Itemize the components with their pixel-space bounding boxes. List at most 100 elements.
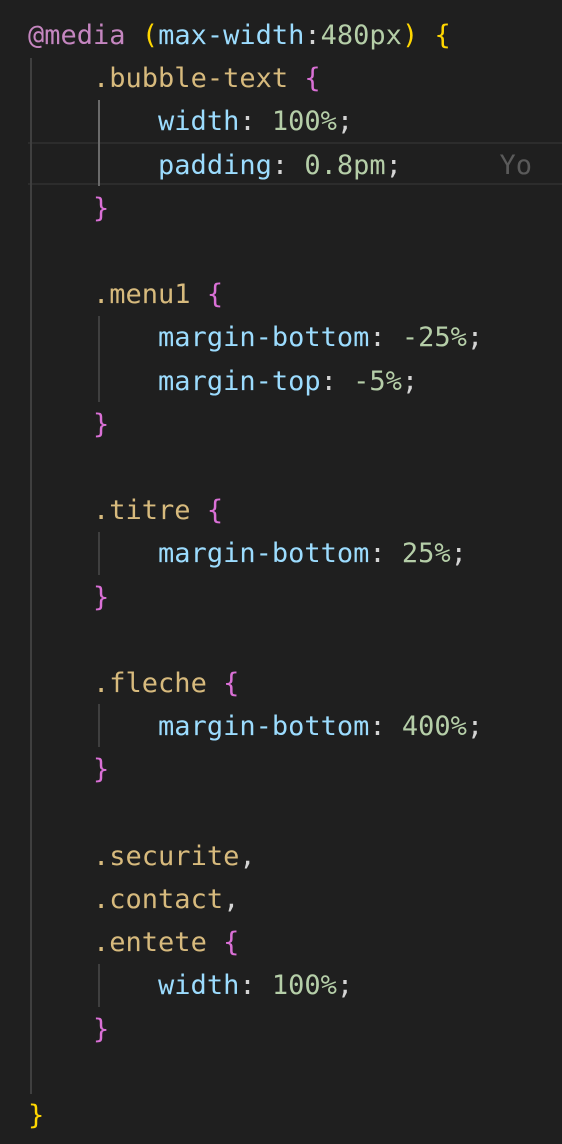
code-token: margin-bottom — [158, 322, 370, 354]
code-token: ; — [336, 106, 354, 138]
code-editor[interactable]: @media (max-width:480px) { .bubble-text … — [0, 0, 562, 1144]
code-token: margin-top — [158, 365, 321, 397]
code-token: ; — [385, 149, 402, 181]
code-token: { — [304, 63, 321, 95]
code-token: : — [369, 322, 402, 354]
code-line[interactable]: margin-bottom: -25%; — [28, 316, 483, 359]
code-token: .entete — [93, 927, 207, 959]
code-line[interactable]: .menu1 { — [28, 273, 223, 316]
code-token: -5% — [353, 365, 402, 397]
code-line[interactable]: } — [28, 1008, 109, 1051]
code-token: .contact — [93, 884, 224, 915]
code-token: } — [93, 581, 110, 613]
code-token: { — [206, 279, 224, 311]
code-token: ( — [141, 20, 159, 51]
code-token: } — [93, 754, 110, 786]
code-token: : — [369, 538, 402, 570]
code-token: : — [271, 149, 305, 181]
code-token: ) — [401, 20, 419, 51]
code-line[interactable]: } — [28, 1094, 44, 1137]
code-token: : — [239, 106, 272, 138]
code-token: .bubble-text — [93, 63, 289, 95]
inline-blame-ghost-text: Yo — [401, 149, 532, 181]
code-token: 400% — [401, 711, 467, 743]
code-token: padding — [158, 149, 272, 181]
code-line[interactable]: .securite, — [28, 835, 256, 878]
code-token: ; — [401, 365, 419, 397]
code-token: : — [320, 365, 354, 397]
code-token: , — [239, 840, 256, 872]
code-line[interactable]: .titre { — [28, 489, 223, 532]
code-token: : — [369, 711, 402, 743]
code-token: } — [93, 408, 110, 440]
code-token: ; — [466, 322, 484, 354]
code-token: 100% — [271, 970, 337, 1002]
code-token: .titre — [93, 495, 191, 527]
code-token: 0.8pm — [304, 149, 386, 181]
code-token: ; — [336, 970, 354, 1002]
code-token: } — [93, 1013, 110, 1045]
code-token: : — [239, 970, 272, 1002]
code-token: { — [434, 20, 451, 51]
code-line[interactable]: } — [28, 748, 109, 791]
code-token: width — [158, 106, 240, 138]
code-line[interactable]: .fleche { — [28, 662, 239, 705]
code-line[interactable]: margin-bottom: 400%; — [28, 705, 483, 748]
code-line[interactable]: margin-bottom: 25%; — [28, 532, 467, 575]
code-token: -25% — [401, 322, 467, 354]
code-line[interactable]: } — [28, 576, 109, 619]
code-token: } — [93, 192, 110, 224]
code-token: { — [223, 668, 240, 699]
code-token: , — [223, 884, 240, 915]
code-line[interactable]: } — [28, 187, 109, 230]
code-line[interactable]: } — [28, 403, 109, 446]
code-line[interactable]: .contact, — [28, 878, 239, 921]
code-token: 25% — [401, 538, 451, 570]
code-line[interactable]: .bubble-text { — [28, 57, 321, 100]
code-token: margin-bottom — [158, 538, 370, 570]
code-line[interactable]: width: 100%; — [28, 100, 353, 143]
code-token: @media — [28, 20, 126, 51]
code-token: .fleche — [93, 668, 207, 699]
code-line[interactable]: width: 100%; — [28, 964, 353, 1007]
code-token: 100% — [271, 106, 337, 138]
code-token: .menu1 — [93, 279, 191, 311]
code-token: margin-bottom — [158, 711, 370, 743]
code-token: 480px — [320, 20, 402, 51]
code-token: ; — [466, 711, 484, 743]
code-token: { — [206, 495, 224, 527]
code-line[interactable]: .entete { — [28, 921, 239, 964]
code-line[interactable]: @media (max-width:480px) { — [28, 14, 451, 57]
code-token: { — [223, 927, 240, 959]
code-line[interactable]: padding: 0.8pm; Yo — [28, 144, 532, 187]
code-token: ; — [450, 538, 467, 570]
code-line[interactable]: margin-top: -5%; — [28, 360, 418, 403]
code-token: width — [158, 970, 240, 1002]
code-token: .securite — [93, 840, 240, 872]
